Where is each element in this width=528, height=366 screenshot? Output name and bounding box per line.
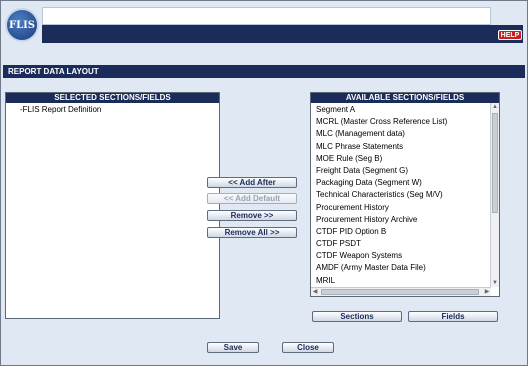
list-item[interactable]: Procurement History Archive bbox=[312, 214, 490, 226]
close-button[interactable]: Close bbox=[282, 342, 334, 353]
selected-fields-panel[interactable]: SELECTED SECTIONS/FIELDS -FLIS Report De… bbox=[5, 92, 220, 319]
list-item[interactable]: CTDF PID Option B bbox=[312, 226, 490, 238]
list-item[interactable]: Procurement History bbox=[312, 202, 490, 214]
list-item[interactable]: MLC Phrase Statements bbox=[312, 141, 490, 153]
list-item[interactable]: CTDF Weapon Systems bbox=[312, 250, 490, 262]
vertical-scrollbar[interactable]: ▲ ▼ bbox=[490, 103, 499, 287]
add-after-button[interactable]: << Add After bbox=[207, 177, 297, 188]
available-fields-panel[interactable]: AVAILABLE SECTIONS/FIELDS Segment A MCRL… bbox=[310, 92, 500, 297]
list-item[interactable]: Packaging Data (Segment W) bbox=[312, 177, 490, 189]
top-banner-bar bbox=[42, 7, 491, 25]
sections-button[interactable]: Sections bbox=[312, 311, 402, 322]
scroll-down-icon[interactable]: ▼ bbox=[491, 279, 499, 287]
horizontal-scrollbar[interactable]: ◀ ▶ bbox=[311, 287, 491, 296]
available-fields-header: AVAILABLE SECTIONS/FIELDS bbox=[311, 93, 499, 103]
list-item[interactable]: Technical Characteristics (Seg M/V) bbox=[312, 189, 490, 201]
scroll-right-icon[interactable]: ▶ bbox=[483, 288, 491, 296]
available-fields-list[interactable]: Segment A MCRL (Master Cross Reference L… bbox=[312, 104, 490, 286]
list-item[interactable]: AMDF (Army Master Data File) bbox=[312, 262, 490, 274]
list-item[interactable]: MLC (Management data) bbox=[312, 128, 490, 140]
help-button[interactable]: HELP bbox=[498, 30, 522, 40]
scroll-left-icon[interactable]: ◀ bbox=[311, 288, 319, 296]
save-button[interactable]: Save bbox=[207, 342, 259, 353]
remove-button[interactable]: Remove >> bbox=[207, 210, 297, 221]
add-default-button[interactable]: << Add Default bbox=[207, 193, 297, 204]
list-item[interactable]: MCRL (Master Cross Reference List) bbox=[312, 116, 490, 128]
list-item[interactable]: MRIL bbox=[312, 275, 490, 286]
list-item[interactable]: MOE Rule (Seg B) bbox=[312, 153, 490, 165]
section-title: REPORT DATA LAYOUT bbox=[3, 65, 525, 78]
list-item[interactable]: Segment A bbox=[312, 104, 490, 116]
fields-button[interactable]: Fields bbox=[408, 311, 498, 322]
flis-logo: FLIS bbox=[5, 8, 39, 42]
vertical-scroll-thumb[interactable] bbox=[492, 113, 498, 213]
list-item[interactable]: CTDF PSDT bbox=[312, 238, 490, 250]
selected-item[interactable]: -FLIS Report Definition bbox=[6, 103, 219, 114]
scroll-up-icon[interactable]: ▲ bbox=[491, 103, 499, 111]
header-band bbox=[42, 25, 523, 43]
list-item[interactable]: Freight Data (Segment G) bbox=[312, 165, 490, 177]
selected-fields-header: SELECTED SECTIONS/FIELDS bbox=[6, 93, 219, 103]
horizontal-scroll-thumb[interactable] bbox=[321, 289, 479, 295]
remove-all-button[interactable]: Remove All >> bbox=[207, 227, 297, 238]
